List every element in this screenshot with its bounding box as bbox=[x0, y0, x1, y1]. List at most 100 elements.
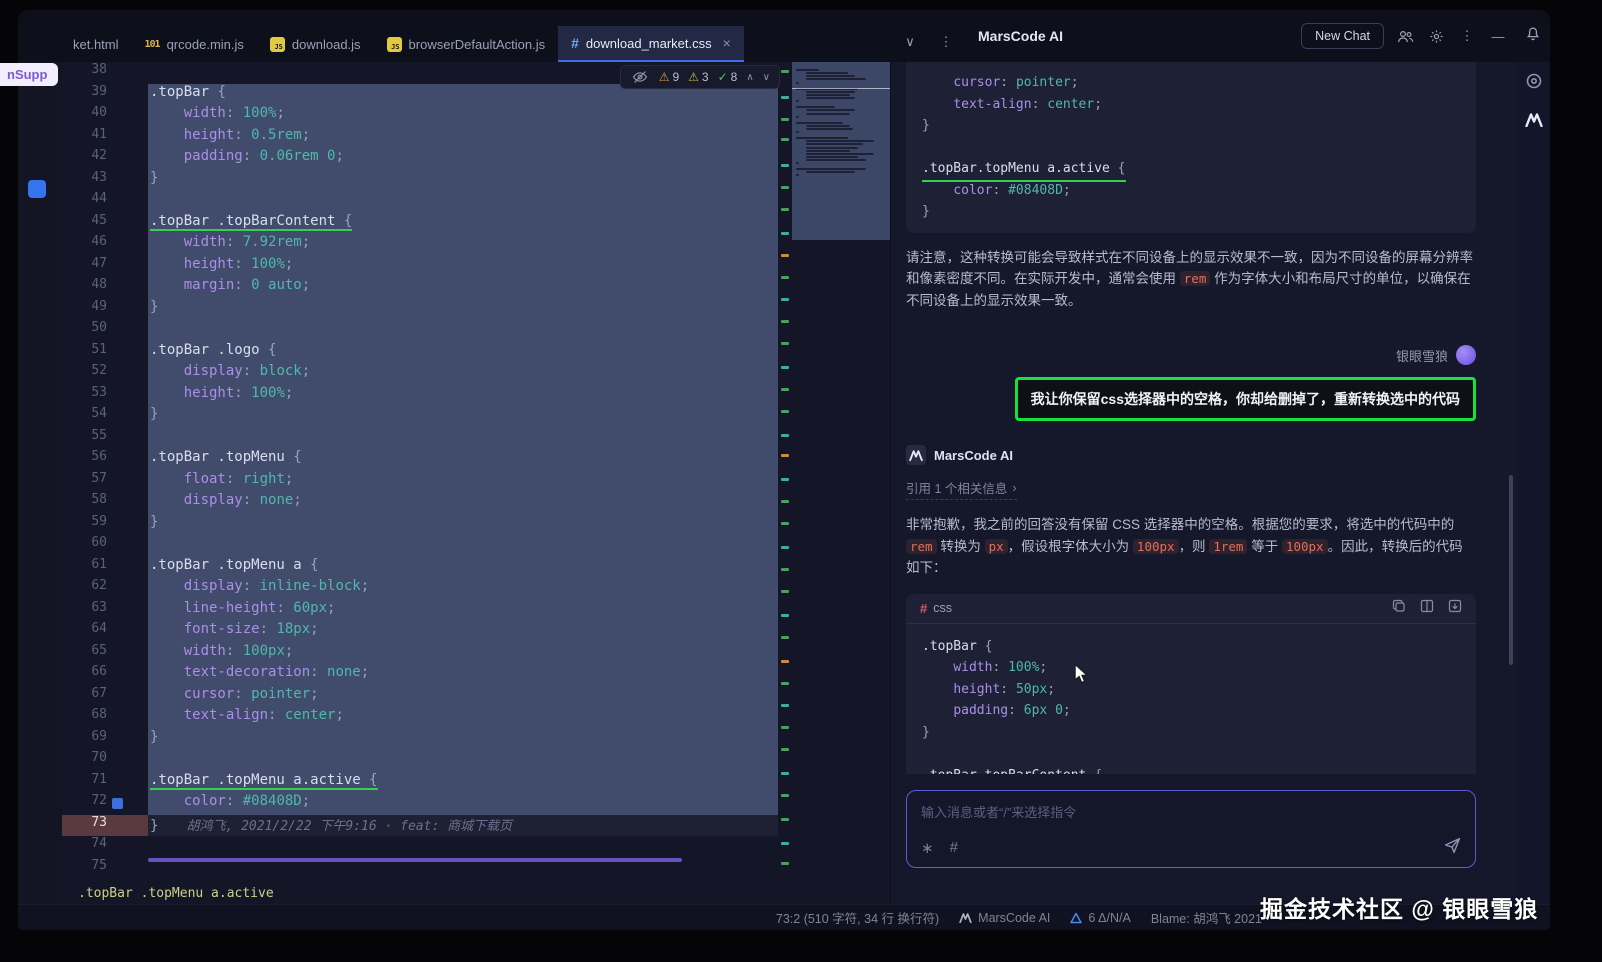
tab-ket.html[interactable]: ket.html bbox=[60, 26, 132, 62]
gutter-bookmark[interactable] bbox=[112, 798, 123, 809]
problems-widget[interactable]: 6 Δ/N/A bbox=[1070, 911, 1130, 925]
line-number[interactable]: 73 bbox=[62, 815, 148, 837]
code-editor[interactable]: 3839.topBar {40 width: 100%;41 height: 0… bbox=[62, 62, 890, 904]
line-number[interactable]: 53 bbox=[62, 385, 148, 407]
line-number[interactable]: 45 bbox=[62, 213, 148, 235]
line-number[interactable]: 70 bbox=[62, 750, 148, 772]
line-number[interactable]: 56 bbox=[62, 449, 148, 471]
code-token: : bbox=[268, 707, 285, 723]
line-number[interactable]: 47 bbox=[62, 256, 148, 278]
diff-code-icon[interactable] bbox=[1420, 599, 1434, 618]
tab-download.js[interactable]: JSdownload.js bbox=[257, 26, 374, 62]
chat-scrollbar[interactable] bbox=[1509, 475, 1513, 665]
code-token: ; bbox=[1063, 703, 1071, 718]
next-problem-chevron-icon[interactable]: ∨ bbox=[763, 72, 770, 83]
line-number[interactable]: 42 bbox=[62, 148, 148, 170]
line-number[interactable]: 58 bbox=[62, 492, 148, 514]
line-number[interactable]: 48 bbox=[62, 277, 148, 299]
line-number[interactable]: 49 bbox=[62, 299, 148, 321]
line-number[interactable]: 46 bbox=[62, 234, 148, 256]
caret-position-widget[interactable]: 73:2 (510 字符, 34 行 换行符) bbox=[776, 908, 939, 927]
line-number[interactable]: 74 bbox=[62, 836, 148, 858]
code-token bbox=[150, 277, 184, 293]
marscode-status-widget[interactable]: MarsCode AI bbox=[959, 911, 1050, 925]
line-number[interactable]: 43 bbox=[62, 170, 148, 192]
prev-problem-chevron-icon[interactable]: ∧ bbox=[746, 72, 753, 83]
line-number[interactable]: 71 bbox=[62, 772, 148, 794]
inspections-widget[interactable]: ⚠9 ⚠3 ✓8 ∧ ∨ bbox=[620, 65, 780, 89]
chat-input-placeholder[interactable]: 输入消息或者“/”来选择指令 bbox=[921, 802, 1461, 821]
blame-status-widget[interactable]: Blame: 胡鸿飞 2021 bbox=[1151, 908, 1262, 927]
code-token: cursor bbox=[184, 686, 235, 702]
marscode-tool-icon[interactable] bbox=[1525, 113, 1543, 132]
line-number[interactable]: 69 bbox=[62, 729, 148, 751]
ai-assistant-icon[interactable] bbox=[1525, 72, 1543, 95]
line-number[interactable]: 67 bbox=[62, 686, 148, 708]
copy-code-icon[interactable] bbox=[1392, 599, 1406, 618]
line-number[interactable]: 55 bbox=[62, 428, 148, 450]
minimap[interactable] bbox=[792, 62, 890, 882]
breadcrumb[interactable]: .topBar .topMenu a.active bbox=[78, 886, 274, 901]
more-kebab-icon[interactable]: ⋮ bbox=[1457, 26, 1477, 46]
line-number[interactable]: 66 bbox=[62, 664, 148, 686]
warnings-count[interactable]: ⚠9 bbox=[659, 70, 679, 84]
minimize-panel-icon[interactable]: — bbox=[1488, 26, 1508, 46]
stripe-mark bbox=[781, 254, 789, 257]
reference-toggle[interactable]: 引用 1 个相关信息 › bbox=[906, 478, 1017, 500]
tab-options-kebab-icon[interactable]: ⋮ bbox=[936, 32, 956, 52]
code-line: cursor: pointer; bbox=[922, 72, 1460, 94]
line-number[interactable]: 68 bbox=[62, 707, 148, 729]
invite-members-icon[interactable] bbox=[1395, 26, 1415, 46]
user-avatar[interactable] bbox=[1456, 345, 1476, 365]
code-token: ; bbox=[361, 664, 369, 680]
highlighting-off-eye-icon[interactable] bbox=[630, 67, 650, 87]
skills-asterisk-icon[interactable]: ∗ bbox=[921, 839, 934, 857]
line-number[interactable]: 72 bbox=[62, 793, 148, 815]
code-token bbox=[922, 97, 953, 112]
line-number[interactable]: 57 bbox=[62, 471, 148, 493]
notifications-bell-icon[interactable] bbox=[1525, 26, 1541, 47]
tab-download_market.css[interactable]: #download_market.css× bbox=[558, 26, 744, 62]
line-number[interactable]: 52 bbox=[62, 363, 148, 385]
main-area: 3839.topBar {40 width: 100%;41 height: 0… bbox=[18, 62, 1550, 904]
line-number[interactable]: 65 bbox=[62, 643, 148, 665]
line-number[interactable]: 38 bbox=[62, 62, 148, 84]
line-number[interactable]: 44 bbox=[62, 191, 148, 213]
problems-label: 6 Δ/N/A bbox=[1088, 911, 1130, 925]
new-chat-button[interactable]: New Chat bbox=[1301, 23, 1384, 49]
error-stripe[interactable] bbox=[778, 62, 792, 882]
line-number[interactable]: 59 bbox=[62, 514, 148, 536]
line-number[interactable]: 61 bbox=[62, 557, 148, 579]
passed-count[interactable]: ✓8 bbox=[718, 70, 738, 84]
line-number[interactable]: 60 bbox=[62, 535, 148, 557]
line-number[interactable]: 64 bbox=[62, 621, 148, 643]
line-number[interactable]: 41 bbox=[62, 127, 148, 149]
line-number[interactable]: 54 bbox=[62, 406, 148, 428]
line-number[interactable]: 39 bbox=[62, 84, 148, 106]
tab-browserDefaultAction.js[interactable]: JSbrowserDefaultAction.js bbox=[374, 26, 559, 62]
insert-code-icon[interactable] bbox=[1448, 599, 1462, 618]
line-number[interactable]: 40 bbox=[62, 105, 148, 127]
context-hash-icon[interactable]: # bbox=[950, 839, 958, 856]
weak-warnings-count[interactable]: ⚠3 bbox=[688, 70, 708, 84]
editor-lines[interactable]: 3839.topBar {40 width: 100%;41 height: 0… bbox=[62, 62, 778, 882]
inline-code: rem bbox=[906, 539, 937, 554]
line-number[interactable]: 62 bbox=[62, 578, 148, 600]
editor-line: 50 bbox=[62, 320, 778, 342]
send-icon[interactable] bbox=[1444, 837, 1461, 858]
close-tab-icon[interactable]: × bbox=[723, 35, 731, 51]
chat-input[interactable]: 输入消息或者“/”来选择指令 ∗ # bbox=[906, 790, 1476, 868]
tab-list-chevron-down-icon[interactable]: ∨ bbox=[900, 32, 920, 52]
line-number[interactable]: 75 bbox=[62, 858, 148, 880]
tab-qrcode.min.js[interactable]: 101qrcode.min.js bbox=[132, 26, 257, 62]
line-number[interactable]: 50 bbox=[62, 320, 148, 342]
line-number[interactable]: 63 bbox=[62, 600, 148, 622]
paragraph-text: 等于 bbox=[1247, 539, 1282, 554]
settings-gear-icon[interactable] bbox=[1426, 26, 1446, 46]
assistant-note-paragraph: 请注意，这种转换可能会导致样式在不同设备上的显示效果不一致，因为不同设备的屏幕分… bbox=[906, 247, 1476, 312]
line-number[interactable]: 51 bbox=[62, 342, 148, 364]
editor-line: 60 bbox=[62, 535, 778, 557]
horizontal-scrollbar[interactable] bbox=[148, 858, 682, 862]
inline-code: rem bbox=[1180, 271, 1211, 286]
tool-window-button[interactable] bbox=[28, 180, 46, 198]
